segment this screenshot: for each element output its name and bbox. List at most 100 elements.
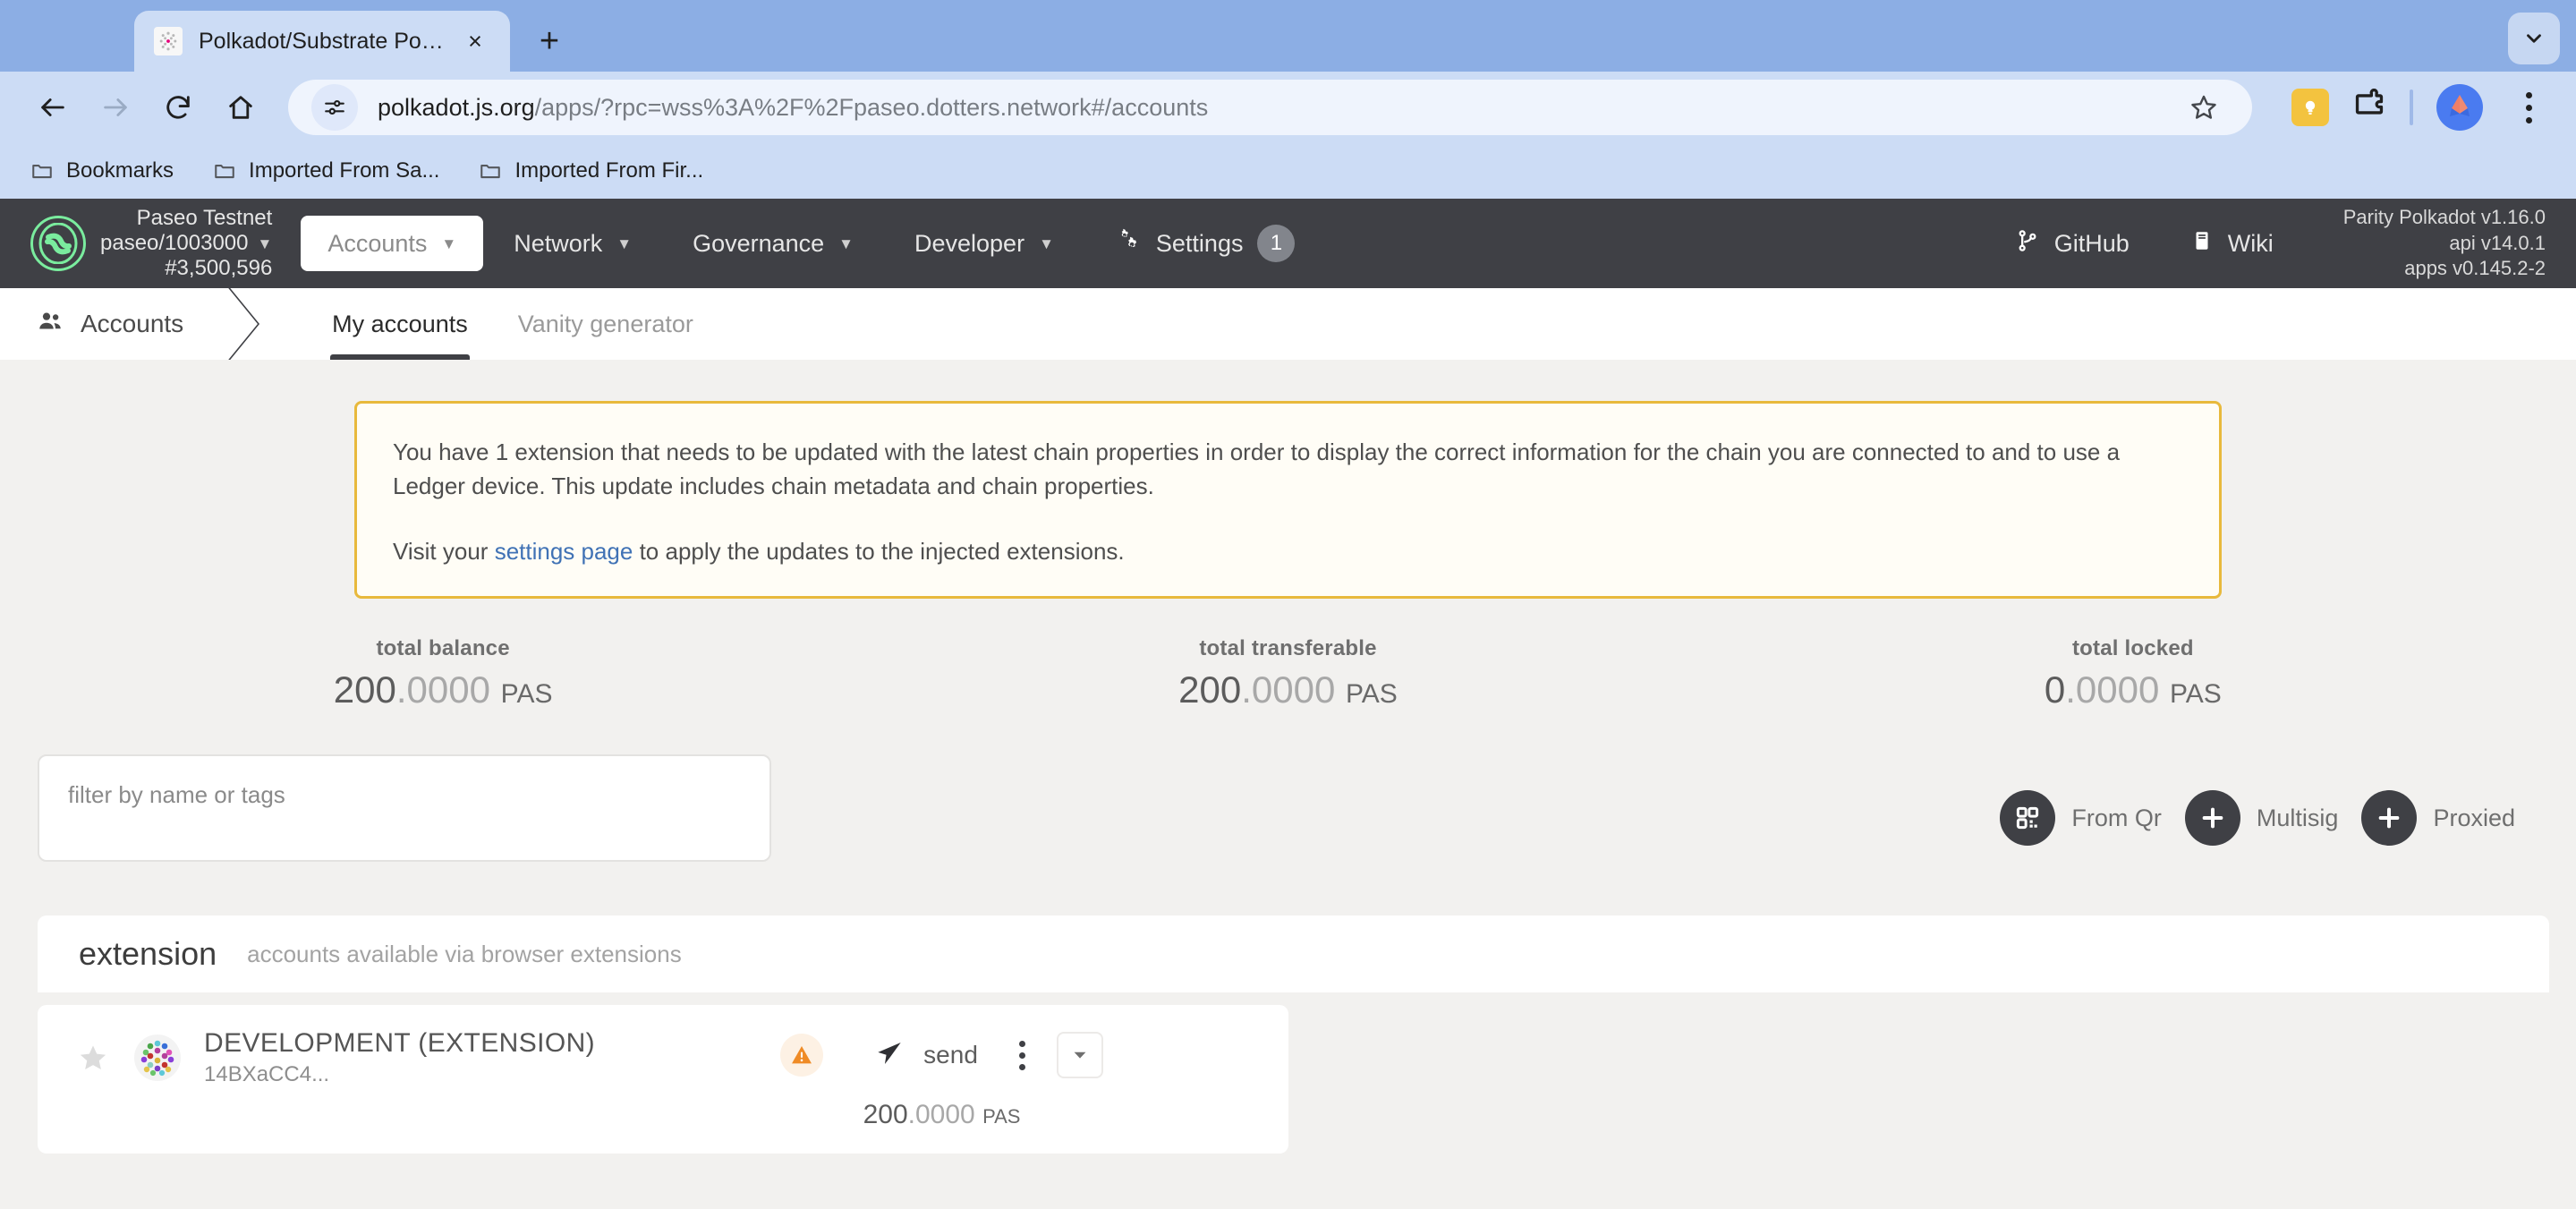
value-decimal: .0000 (2065, 668, 2160, 711)
browser-chrome: Polkadot/Substrate Portal × + polkadot.j… (0, 0, 2576, 199)
action-proxied[interactable]: Proxied (2361, 790, 2515, 847)
close-icon[interactable]: × (460, 26, 490, 56)
status-badge: 1 (1257, 225, 1296, 262)
new-tab-button[interactable]: + (523, 14, 576, 68)
action-multisig[interactable]: Multisig (2184, 790, 2338, 847)
nav-right-group: GitHub Wiki Parity Polkadot v1.16.0 api … (1985, 199, 2546, 288)
balance-decimal: .0000 (907, 1100, 975, 1130)
tab-my-accounts[interactable]: My accounts (307, 288, 493, 360)
section-title: extension (79, 935, 217, 973)
browser-tab[interactable]: Polkadot/Substrate Portal × (134, 11, 510, 72)
book-icon (2190, 229, 2214, 259)
expand-row-icon[interactable] (1056, 1032, 1103, 1079)
sub-tabs: My accounts Vanity generator (273, 288, 718, 360)
filter-input[interactable]: filter by name or tags (38, 754, 771, 863)
omnibox[interactable]: polkadot.js.org/apps/?rpc=wss%3A%2F%2Fpa… (288, 80, 2252, 135)
summary-value: 200.0000 PAS (27, 668, 859, 711)
chevron-down-icon: ▼ (616, 234, 633, 252)
polkadot-favicon (154, 27, 183, 55)
chevron-down-icon[interactable]: ▼ (258, 236, 273, 251)
nav-item-governance[interactable]: Governance ▼ (662, 199, 884, 288)
avatar[interactable] (2436, 84, 2483, 131)
tab-title: Polkadot/Substrate Portal (199, 28, 444, 54)
balance-unit: PAS (982, 1105, 1021, 1128)
chevron-down-icon[interactable] (2508, 13, 2560, 64)
site-settings-icon[interactable] (311, 84, 358, 131)
value-decimal: .0000 (395, 668, 490, 711)
nav-item-settings[interactable]: Settings 1 (1084, 199, 1326, 288)
reload-icon[interactable] (150, 80, 206, 135)
account-name: DEVELOPMENT (EXTENSION) (204, 1028, 596, 1059)
nav-label: Governance (693, 229, 825, 257)
chain-spec-row: paseo/1003000 ▼ (100, 231, 272, 256)
bookmark-label: Imported From Fir... (514, 158, 704, 183)
lightbulb-icon[interactable] (2291, 89, 2329, 126)
account-controls: send 200.0000 PAS (595, 1028, 1288, 1130)
settings-page-link[interactable]: settings page (495, 538, 633, 565)
qr-code-icon (2000, 790, 2056, 847)
send-button[interactable]: send (875, 1039, 978, 1072)
section-subtitle: accounts available via browser extension… (247, 940, 682, 967)
star-icon[interactable] (68, 1042, 118, 1074)
value-unit: PAS (1346, 679, 1398, 710)
tab-vanity-generator[interactable]: Vanity generator (493, 288, 718, 360)
nav-link-wiki[interactable]: Wiki (2160, 199, 2304, 288)
value-unit: PAS (500, 679, 553, 710)
balance-whole: 200 (863, 1100, 908, 1130)
chain-name: Paseo Testnet (136, 205, 273, 230)
bookmark-item[interactable]: Imported From Fir... (479, 158, 703, 183)
nav-label: Wiki (2227, 229, 2274, 257)
summary-label: total transferable (1199, 636, 1377, 661)
chevron-down-icon: ▼ (1039, 234, 1054, 252)
summary-value: 0.0000 PAS (1717, 668, 2549, 711)
nav-item-accounts[interactable]: Accounts ▼ (301, 216, 484, 271)
chain-selector[interactable]: Paseo Testnet paseo/1003000 ▼ #3,500,596 (30, 206, 272, 282)
folder-icon (32, 165, 52, 179)
tab-strip: Polkadot/Substrate Portal × + (0, 0, 2576, 72)
bookmark-label: Bookmarks (66, 158, 174, 183)
nav-label: Network (514, 229, 603, 257)
nav-item-developer[interactable]: Developer ▼ (884, 199, 1084, 288)
identicon[interactable] (134, 1034, 181, 1082)
tab-label: Vanity generator (517, 310, 693, 337)
value-whole: 200 (333, 668, 396, 711)
summary-label: total balance (376, 636, 510, 661)
account-address[interactable]: 14BXaCC4... (204, 1062, 595, 1087)
bookmark-item[interactable]: Bookmarks (30, 158, 174, 183)
summary-total-balance: total balance 200.0000 PAS (27, 636, 859, 711)
nav-label: Accounts (327, 229, 428, 257)
forward-icon (88, 80, 143, 135)
breadcrumb-separator (219, 288, 273, 360)
sub-nav: Accounts My accounts Vanity generator (0, 288, 2576, 360)
paseo-logo-icon (30, 216, 86, 271)
bookmark-star-icon[interactable] (2179, 82, 2229, 132)
toolbar-divider (2410, 89, 2413, 125)
warning-triangle-icon[interactable] (780, 1034, 824, 1077)
account-action-row: send (780, 1032, 1103, 1079)
chain-spec: paseo/1003000 (100, 230, 249, 255)
balance-summary: total balance 200.0000 PAS total transfe… (0, 599, 2576, 711)
banner-text-after: to apply the updates to the injected ext… (633, 538, 1125, 566)
nav-link-github[interactable]: GitHub (1985, 199, 2160, 288)
gears-icon (1115, 227, 1142, 260)
filter-and-actions: filter by name or tags From Qr Multisig … (0, 711, 2576, 863)
account-row[interactable]: DEVELOPMENT (EXTENSION) 14BXaCC4... send (38, 1005, 1288, 1154)
more-options-icon[interactable] (1001, 1032, 1044, 1078)
send-label: send (923, 1041, 978, 1069)
summary-label: total locked (2071, 636, 2194, 661)
account-balance: 200.0000 PAS (863, 1100, 1021, 1130)
back-icon[interactable] (25, 80, 81, 135)
browser-menu-icon[interactable] (2506, 84, 2551, 131)
url-text: polkadot.js.org/apps/?rpc=wss%3A%2F%2Fpa… (378, 94, 1208, 122)
home-icon[interactable] (213, 80, 268, 135)
accounts-group-icon (36, 307, 64, 342)
nav-item-network[interactable]: Network ▼ (483, 199, 662, 288)
git-branch-icon (2015, 228, 2040, 260)
account-actions: From Qr Multisig Proxied (2000, 754, 2540, 847)
action-from-qr[interactable]: From Qr (2000, 790, 2162, 847)
extensions-puzzle-icon[interactable] (2352, 88, 2386, 127)
version-api: api v14.0.1 (2449, 231, 2546, 254)
bookmark-item[interactable]: Imported From Sa... (213, 158, 439, 183)
plus-icon (2361, 790, 2418, 847)
account-name-block: DEVELOPMENT (EXTENSION) 14BXaCC4... (204, 1028, 595, 1087)
